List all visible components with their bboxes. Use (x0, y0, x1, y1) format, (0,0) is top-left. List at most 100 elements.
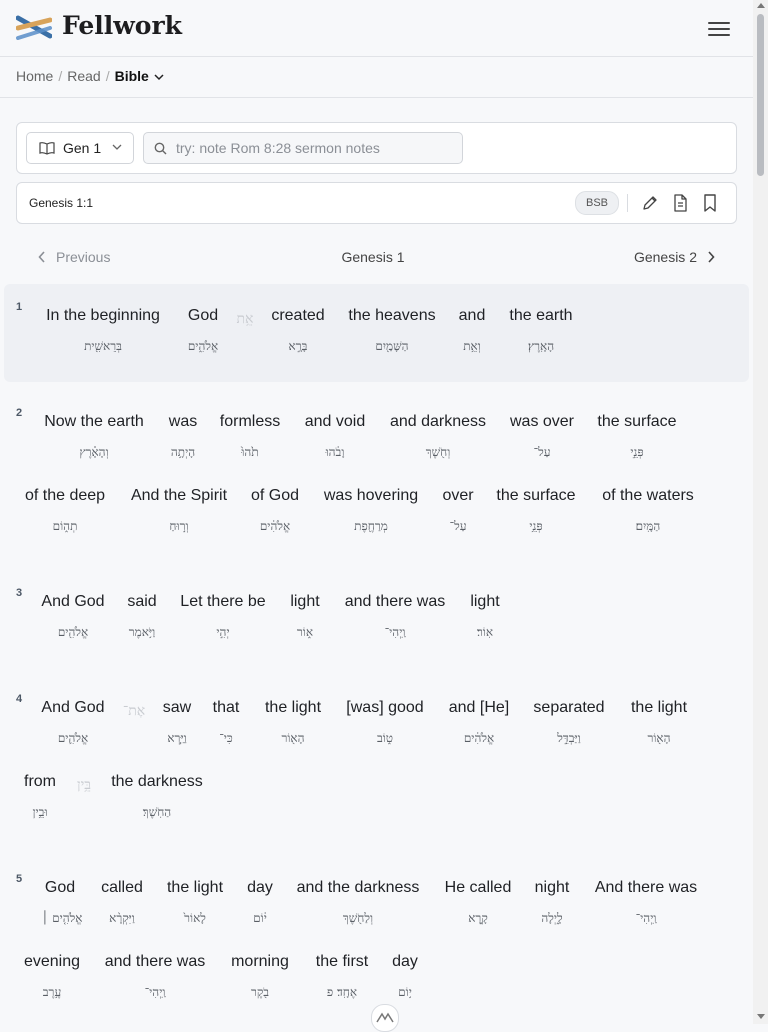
word-hebrew[interactable]: עַל־ (450, 519, 467, 534)
word-english[interactable]: day (392, 953, 418, 971)
word-english[interactable]: created (271, 307, 324, 325)
next-chapter-button[interactable]: Genesis 2 (634, 249, 715, 265)
word-hebrew[interactable]: עַל־ (534, 445, 551, 460)
word-hebrew[interactable]: י֥וֹם (398, 985, 412, 1000)
word-english[interactable]: In the beginning (46, 307, 160, 325)
breadcrumb-read[interactable]: Read (67, 68, 100, 84)
breadcrumb-bible-dropdown[interactable]: Bible (115, 68, 164, 84)
word-english[interactable]: Now the earth (44, 413, 144, 431)
word-hebrew[interactable]: וַיַּבְדֵּ֣ל (557, 731, 580, 746)
word-english[interactable]: the earth (509, 307, 572, 325)
word-english[interactable]: separated (533, 699, 604, 717)
word-english[interactable]: God (45, 879, 75, 897)
word-hebrew[interactable]: בֹ֖קֶר (251, 985, 269, 1000)
word-hebrew[interactable]: וְחֹ֖שֶׁךְ (426, 445, 451, 460)
word-english[interactable]: and there was (345, 593, 446, 611)
word-hebrew[interactable]: אֱלֹהִ֤ים ׀ (42, 911, 83, 926)
word-hebrew[interactable]: יְהִ֣י (216, 625, 229, 640)
word-hebrew[interactable]: וְלַחֹ֖שֶׁךְ (343, 911, 373, 926)
book-chapter-selector[interactable]: Gen 1 (26, 132, 134, 164)
verse-number[interactable]: 5 (16, 873, 22, 885)
word-hebrew[interactable]: הַחֹֽשֶׁךְ׃ (143, 805, 171, 820)
word-english[interactable]: and [He] (449, 699, 509, 717)
word-english[interactable]: evening (24, 953, 80, 971)
scroll-up-arrow-icon[interactable] (757, 3, 765, 8)
word-hebrew[interactable]: כִּי־ (219, 731, 233, 746)
word-hebrew[interactable]: וַֽיְהִי־ (385, 625, 406, 640)
word-hebrew[interactable]: ט֑וֹב (377, 731, 393, 746)
word-hebrew[interactable]: תְה֑וֹם (53, 519, 78, 534)
word-english[interactable]: and (459, 307, 486, 325)
word-hebrew[interactable]: קָ֣רָא (468, 911, 488, 926)
word-english[interactable]: light (470, 593, 499, 611)
word-hebrew[interactable]: הָאָֽרֶץ׃ (528, 339, 554, 354)
word-hebrew-untranslated[interactable]: בֵּ֥ין (77, 777, 91, 794)
word-english[interactable]: from (24, 773, 56, 791)
word-english[interactable]: the light (167, 879, 223, 897)
word-hebrew[interactable]: וְר֣וּחַ (169, 519, 188, 534)
word-hebrew[interactable]: עֶ֥רֶב (43, 985, 61, 1000)
word-hebrew[interactable]: פְּנֵ֥י (529, 519, 542, 534)
word-hebrew[interactable]: אֱלֹהִ֛ים (58, 731, 88, 746)
word-english[interactable]: He called (445, 879, 512, 897)
word-hebrew[interactable]: אֱלֹהִ֔ים (464, 731, 494, 746)
word-english[interactable]: formless (220, 413, 280, 431)
word-english[interactable]: morning (231, 953, 289, 971)
document-icon[interactable] (672, 194, 688, 212)
word-english[interactable]: God (188, 307, 218, 325)
word-hebrew[interactable]: א֑וֹר (297, 625, 313, 640)
word-english[interactable]: night (535, 879, 570, 897)
word-hebrew[interactable]: בָּרָ֣א (289, 339, 308, 354)
pencil-icon[interactable] (641, 194, 659, 212)
word-english[interactable]: And God (41, 593, 104, 611)
page-scrollbar[interactable] (753, 0, 768, 1024)
word-english[interactable]: was hovering (324, 487, 418, 505)
word-hebrew[interactable]: אֶחָֽד׃ פ (327, 985, 357, 1000)
word-english[interactable]: was (169, 413, 197, 431)
word-english[interactable]: the darkness (111, 773, 203, 791)
word-hebrew-untranslated[interactable]: אֶת־ (123, 703, 145, 720)
word-english[interactable]: over (442, 487, 473, 505)
word-hebrew[interactable]: בְּרֵאשִׁ֖ית (84, 339, 122, 354)
word-english[interactable]: and void (305, 413, 366, 431)
word-english[interactable]: the surface (496, 487, 575, 505)
word-english[interactable]: saw (163, 699, 191, 717)
scrollbar-thumb[interactable] (757, 14, 764, 176)
word-english[interactable]: and the darkness (297, 879, 420, 897)
word-english[interactable]: of the waters (602, 487, 694, 505)
word-english[interactable]: And God (41, 699, 104, 717)
search-input[interactable] (176, 138, 456, 158)
bookmark-icon[interactable] (703, 194, 717, 212)
word-hebrew[interactable]: הָא֖וֹר (647, 731, 670, 746)
word-hebrew[interactable]: וַֽיְהִי־ (636, 911, 657, 926)
word-hebrew[interactable]: לָ֑יְלָה (541, 911, 562, 926)
word-english[interactable]: day (247, 879, 273, 897)
word-english[interactable]: the heavens (348, 307, 435, 325)
word-hebrew[interactable]: הָיְתָ֥ה (171, 445, 195, 460)
scroll-down-arrow-icon[interactable] (757, 1014, 765, 1019)
word-english[interactable]: and there was (105, 953, 206, 971)
word-english[interactable]: that (213, 699, 240, 717)
word-english[interactable]: And the Spirit (131, 487, 227, 505)
verse-number[interactable]: 1 (16, 301, 22, 313)
word-english[interactable]: was over (510, 413, 574, 431)
hamburger-menu-icon[interactable] (708, 18, 730, 38)
word-hebrew[interactable]: אֱלֹהִ֔ים (260, 519, 290, 534)
word-english[interactable]: light (290, 593, 319, 611)
floating-action-button[interactable] (371, 1004, 399, 1032)
word-english[interactable]: called (101, 879, 143, 897)
word-hebrew[interactable]: הַמָּֽיִם׃ (636, 519, 661, 534)
verse-number[interactable]: 4 (16, 693, 22, 705)
brand-name[interactable]: Fellwork (62, 11, 182, 40)
word-hebrew[interactable]: הַשָּׁמַ֖יִם (375, 339, 408, 354)
word-hebrew[interactable]: וַיִּקְרָ֨א (109, 911, 135, 926)
word-hebrew[interactable]: אֱלֹהִ֑ים (188, 339, 218, 354)
word-english[interactable]: Let there be (180, 593, 265, 611)
translation-badge[interactable]: BSB (575, 191, 619, 215)
word-english[interactable]: of God (251, 487, 299, 505)
word-english[interactable]: the light (631, 699, 687, 717)
verse-number[interactable]: 2 (16, 407, 22, 419)
word-hebrew[interactable]: אֽוֹר׃ (477, 625, 493, 640)
word-hebrew[interactable]: הָא֖וֹר (281, 731, 304, 746)
word-hebrew[interactable]: מְרַחֶ֖פֶת (354, 519, 388, 534)
